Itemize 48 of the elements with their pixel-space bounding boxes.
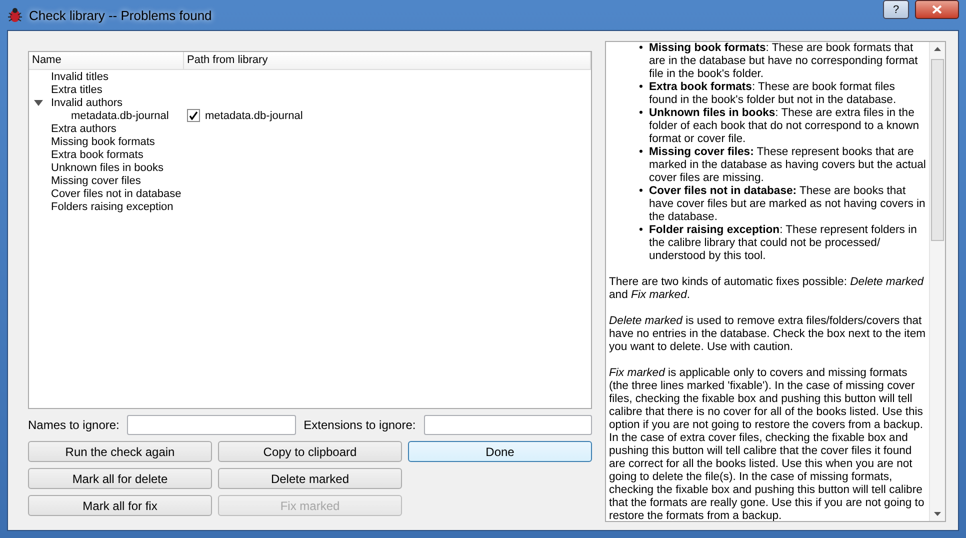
window-title: Check library -- Problems found [29, 8, 213, 22]
help-paragraph: There are two kinds of automatic fixes possible: Delete marked and Fix marked. [609, 276, 925, 302]
help-paragraph: Fix marked is applicable only to covers and missing formats (the three lines marked 'fixable'). In the case of missing cover files, checking the fixable box and pushing this button will tell calibre that there is no cover for all of the books listed. Use this option if you are not going to restore the covers from a backup. In the case of extra cover files, checking the fixable box and pushing this button will tell calibre that the cover files it found are correct for all the books listed. Use this when you are not going to delete the file(s). In the case of missing formats, checking the fixable box and pushing this button will tell calibre that the formats are really gone. Use this if you are not going to restore the formats from a backup. [609, 367, 926, 521]
help-bullet: Folder raising exception: These represent folders in the calibre library that could not be processed/ understood by this tool. [649, 224, 918, 263]
close-button[interactable] [915, 0, 959, 19]
bullet-marker: • [639, 146, 644, 159]
field-label: Names to ignore: [28, 418, 120, 432]
dialog-button[interactable]: Run the check again [28, 441, 212, 462]
tree-item[interactable]: Invalid authors [51, 96, 123, 108]
bug-icon [7, 7, 23, 23]
tree-item[interactable]: Extra book formats [51, 148, 144, 160]
tree-item[interactable]: Cover files not in database [51, 188, 182, 200]
tree-item[interactable]: Invalid titles [51, 70, 108, 82]
bullet-marker: • [639, 185, 644, 198]
path-text: metadata.db-journal [205, 110, 303, 122]
bullet-marker: • [639, 42, 644, 55]
expanded-arrow-icon[interactable] [34, 100, 43, 106]
dialog-button[interactable]: Mark all for delete [28, 468, 212, 489]
bullet-marker: • [639, 224, 644, 237]
tree-item[interactable]: Extra authors [51, 122, 116, 134]
tree-item[interactable]: Folders raising exception [51, 200, 174, 212]
help-bullet: Unknown files in books: These are extra files in the folder of each book that do not correspond to a known format or cover file. [649, 107, 920, 146]
dialog-button[interactable]: Copy to clipboard [218, 441, 402, 462]
column-header[interactable]: Name [29, 52, 184, 69]
help-paragraph: Delete marked is used to remove extra files/folders/covers that have no entries in the database. Check the box next to the item you want to delete. Use with caution. [609, 315, 926, 354]
column-header[interactable]: Path from library [184, 52, 591, 69]
help-bullet: Extra book formats: These are book format files found in the book's folder but not in the database. [649, 81, 898, 107]
dialog-button[interactable]: Delete marked [218, 468, 402, 489]
field-label: Extensions to ignore: [304, 418, 416, 432]
checkbox[interactable] [187, 109, 200, 122]
help-button[interactable]: ? [883, 0, 909, 19]
tree-item[interactable]: Missing cover files [51, 174, 141, 186]
input-field[interactable] [424, 415, 592, 435]
help-bullet: Missing cover files: These represent books that are marked in the database as having covers but the actual cover files are missing. [649, 146, 926, 185]
tree-item[interactable]: metadata.db-journal [71, 110, 169, 122]
dialog-button[interactable]: Done [408, 441, 592, 462]
tree-item[interactable]: Missing book formats [51, 136, 155, 148]
help-bullet: Cover files not in database: These are books that have cover files but are marked as not having covers in the database. [649, 185, 926, 224]
close-icon [932, 5, 942, 14]
help-bullet: Missing book formats: These are book formats that are in the database but have no corresponding format file in the book's folder. [649, 42, 919, 81]
scrollbar[interactable] [929, 42, 945, 521]
scroll-thumb[interactable] [931, 59, 944, 241]
bullet-marker: • [639, 81, 644, 94]
dialog-button[interactable]: Mark all for fix [28, 495, 212, 516]
bullet-marker: • [639, 107, 644, 120]
tree-item[interactable]: Unknown files in books [51, 162, 164, 174]
input-field[interactable] [127, 415, 296, 435]
tree-item[interactable]: Extra titles [51, 84, 102, 96]
